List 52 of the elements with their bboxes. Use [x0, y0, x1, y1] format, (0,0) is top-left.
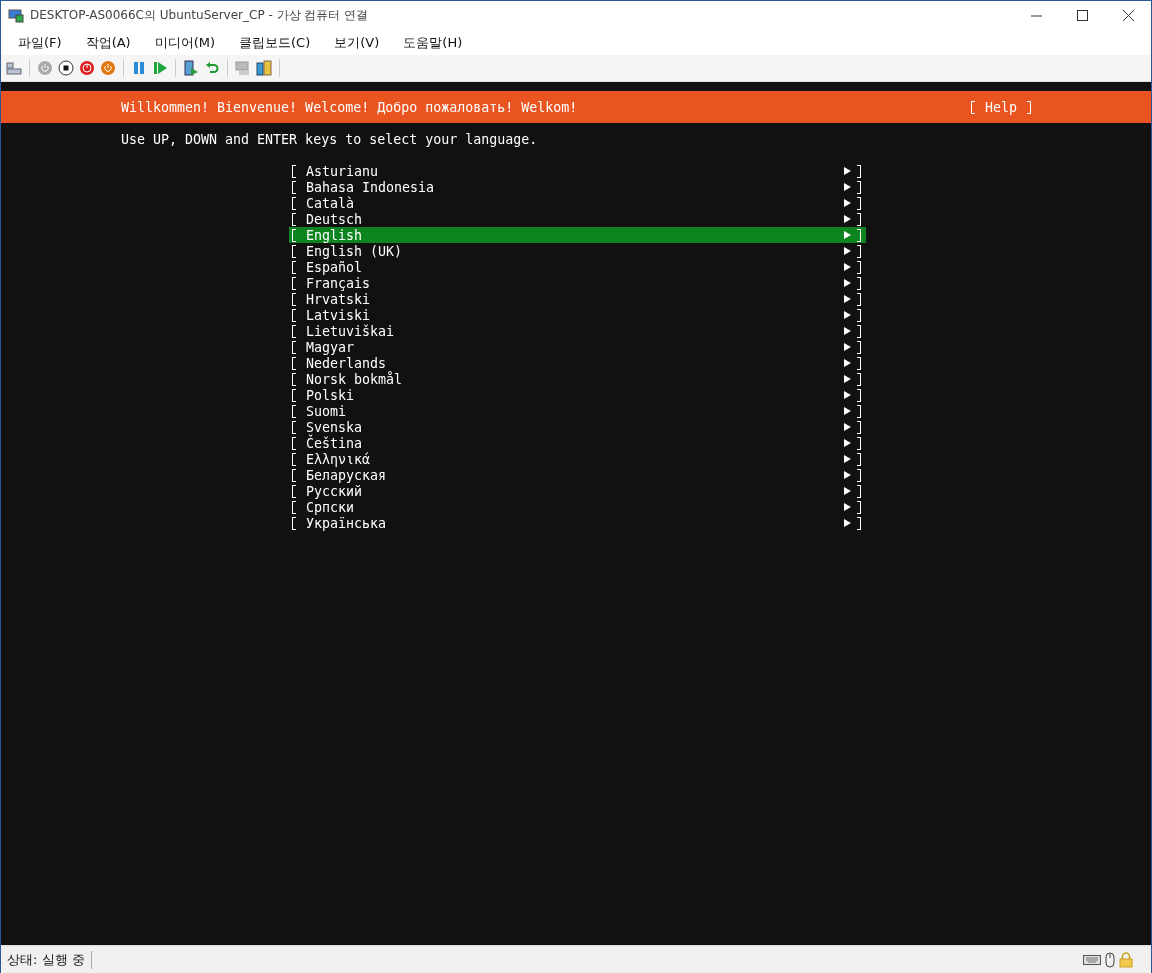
status-text: 상태: 실행 중: [1, 950, 92, 969]
language-option[interactable]: English (UK): [289, 243, 866, 259]
menu-item[interactable]: 도움말(H): [395, 31, 471, 54]
computer-icon[interactable]: [235, 60, 251, 76]
language-option[interactable]: English: [289, 227, 866, 243]
computers-icon[interactable]: [6, 60, 22, 76]
menu-item[interactable]: 파일(F): [10, 31, 70, 54]
language-option[interactable]: Suomi: [289, 403, 866, 419]
server-icon[interactable]: [256, 60, 272, 76]
language-option[interactable]: Asturianu: [289, 163, 866, 179]
play-icon[interactable]: [152, 60, 168, 76]
language-option[interactable]: Bahasa Indonesia: [289, 179, 866, 195]
language-option[interactable]: Lietuviškai: [289, 323, 866, 339]
mouse-icon: [1105, 951, 1115, 968]
instruction-text: Use UP, DOWN and ENTER keys to select your language.: [121, 132, 539, 148]
language-option[interactable]: Русский: [289, 483, 866, 499]
language-option[interactable]: Latviski: [289, 307, 866, 323]
power-icon[interactable]: [37, 60, 53, 76]
language-option[interactable]: Čeština: [289, 435, 866, 451]
server-icon[interactable]: [183, 60, 199, 76]
language-option[interactable]: Deutsch: [289, 211, 866, 227]
language-option[interactable]: Українська: [289, 515, 866, 531]
welcome-text: Willkommen! Bienvenue! Welcome! Добро пожаловать! Welkom!: [121, 99, 579, 115]
close-icon[interactable]: [1122, 10, 1134, 21]
language-option[interactable]: Français: [289, 275, 866, 291]
keyboard-icon: [1083, 954, 1101, 965]
pause-icon[interactable]: [131, 60, 147, 76]
minimize-icon[interactable]: [1030, 14, 1042, 17]
window-title: DESKTOP-AS0066C의 UbuntuServer_CP - 가상 컴퓨터 연결: [30, 7, 370, 24]
power-icon[interactable]: [100, 60, 116, 76]
help-button[interactable]: Help: [970, 99, 1031, 115]
language-option[interactable]: Ελληνικά: [289, 451, 866, 467]
undo-icon[interactable]: [204, 60, 220, 76]
menu-item[interactable]: 작업(A): [77, 31, 139, 54]
maximize-icon[interactable]: [1076, 10, 1088, 21]
language-option[interactable]: Беларуская: [289, 467, 866, 483]
monitor-icon: [8, 8, 24, 23]
menu-item[interactable]: 클립보드(C): [231, 31, 319, 54]
language-option[interactable]: Svenska: [289, 419, 866, 435]
lock-icon: [1119, 951, 1133, 968]
language-option[interactable]: Català: [289, 195, 866, 211]
language-option[interactable]: Magyar: [289, 339, 866, 355]
stop-icon[interactable]: [58, 60, 74, 76]
language-option[interactable]: Српски: [289, 499, 866, 515]
menu-item[interactable]: 미디어(M): [146, 31, 224, 54]
power-icon[interactable]: [79, 60, 95, 76]
language-option[interactable]: Polski: [289, 387, 866, 403]
language-option[interactable]: Español: [289, 259, 866, 275]
menu-item[interactable]: 보기(V): [326, 31, 388, 54]
language-option[interactable]: Norsk bokmål: [289, 371, 866, 387]
language-option[interactable]: Nederlands: [289, 355, 866, 371]
language-option[interactable]: Hrvatski: [289, 291, 866, 307]
